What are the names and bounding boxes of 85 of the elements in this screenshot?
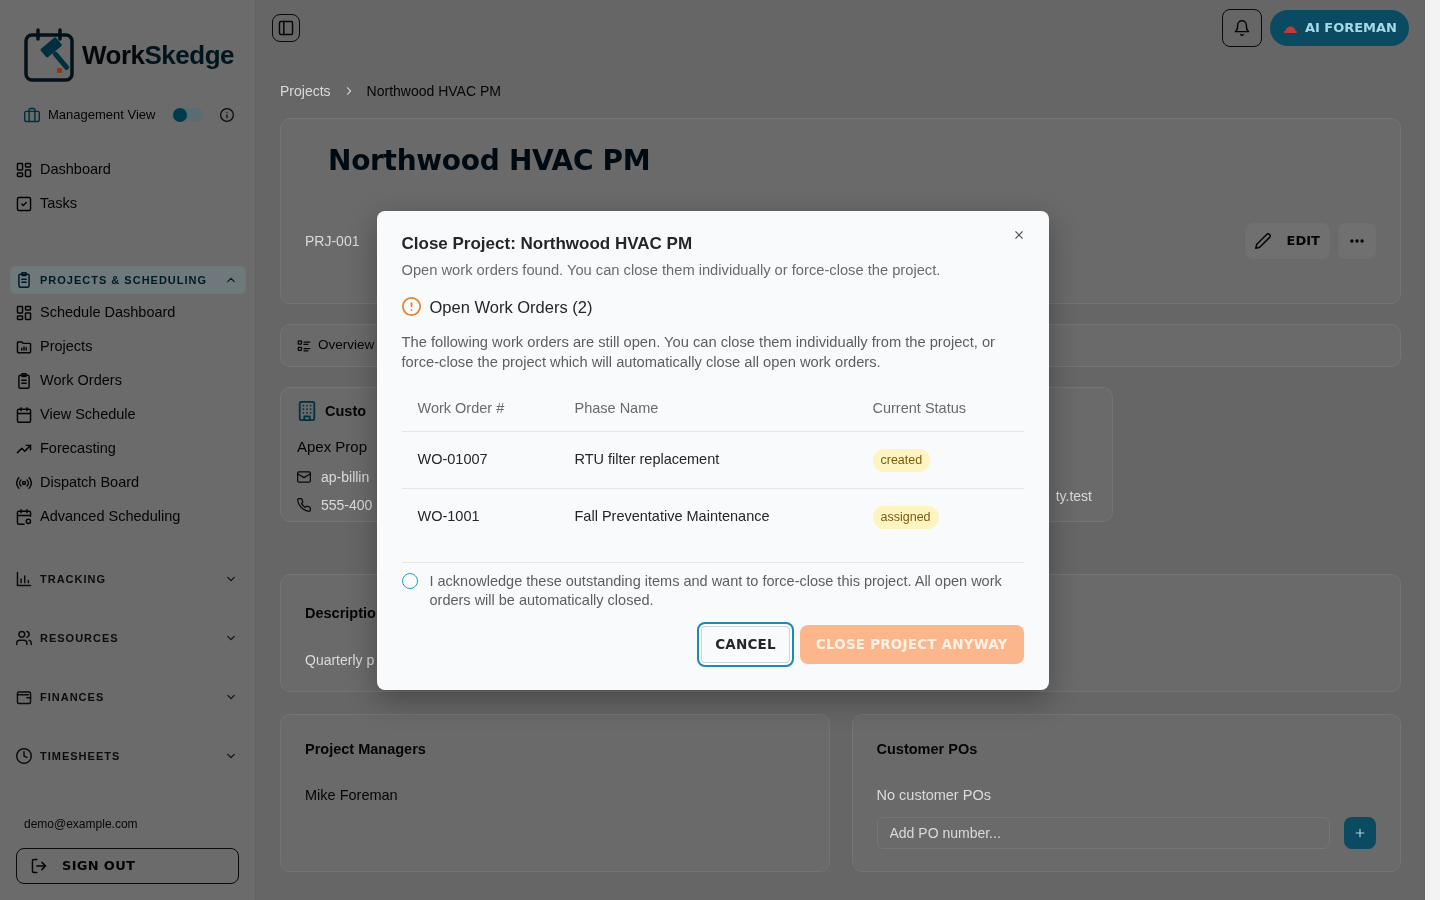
check-square-icon: [16, 196, 32, 212]
column-header: Phase Name: [558, 387, 857, 432]
description-text: Quarterly p: [305, 651, 375, 670]
nav-item[interactable]: Forecasting: [10, 432, 245, 466]
project-id: PRJ-001: [305, 231, 360, 251]
column-header: Current Status: [856, 387, 1024, 432]
folder-icon: [16, 339, 32, 355]
warning-icon: [401, 297, 421, 316]
more-button[interactable]: [1338, 223, 1376, 259]
table-cell: Fall Preventative Maintenance: [558, 488, 857, 546]
bell-icon: [1233, 20, 1250, 36]
user-email: demo@example.com: [24, 817, 138, 831]
empty-message: No customer POs: [876, 786, 991, 805]
broadcast-icon: [16, 475, 32, 491]
table-cell: WO-1001: [401, 488, 559, 546]
cancel-button[interactable]: CANCEL: [697, 621, 794, 667]
customer-name: Apex Prop: [297, 437, 368, 457]
warning-heading: Open Work Orders (2): [429, 296, 593, 318]
project-title: Northwood HVAC PM: [328, 143, 651, 179]
add-po-button[interactable]: [1344, 817, 1376, 849]
people-icon: [16, 630, 32, 646]
card-heading: Descriptio: [305, 604, 376, 623]
grid-icon: [16, 162, 32, 178]
column-header: Work Order #: [401, 387, 559, 432]
clipboard-icon: [16, 373, 32, 389]
section-header[interactable]: FINANCES: [10, 683, 246, 711]
section-header[interactable]: TIMESHEETS: [10, 742, 246, 770]
pencil-icon: [1254, 233, 1271, 249]
nav-item[interactable]: Schedule Dashboard: [10, 296, 245, 330]
warning-text: The following work orders are still open. You can close them individually from the project, or force-close the project which will automatically close all open work orders.: [401, 332, 996, 372]
clock-icon: [16, 748, 32, 764]
grid-icon: [16, 305, 32, 321]
manager-name: Mike Foreman: [305, 786, 398, 805]
section-header[interactable]: TRACKING: [10, 565, 246, 593]
section-header[interactable]: RESOURCES: [10, 624, 246, 652]
ai-foreman-button[interactable]: AI FOREMAN: [1269, 10, 1409, 46]
nav-item[interactable]: Work Orders: [10, 364, 245, 398]
brand-wordmark: WorkSkedge: [82, 40, 235, 70]
dialog-subtitle: Open work orders found. You can close them individually or force-close the project.: [401, 260, 941, 280]
sign-out-icon: [31, 858, 47, 874]
po-number-field[interactable]: Add PO number...: [876, 817, 1330, 849]
close-icon: [1012, 228, 1025, 241]
logo-icon: [24, 28, 74, 82]
calendar-icon: [16, 509, 32, 525]
nav-item[interactable]: Tasks: [10, 187, 245, 221]
dialog-title: Close Project: Northwood HVAC PM: [401, 232, 693, 255]
nav-item[interactable]: View Schedule: [10, 398, 245, 432]
briefcase-icon: [24, 107, 40, 123]
customer-email: ap-billin: [321, 468, 370, 486]
building-icon: [297, 401, 317, 421]
status-badge: created: [872, 448, 931, 472]
phone-icon: [297, 498, 311, 512]
section-header[interactable]: PROJECTS & SCHEDULING: [10, 266, 246, 294]
wallet-icon: [16, 689, 32, 705]
sidebar-toggle-button[interactable]: [272, 14, 300, 42]
mail-icon: [297, 470, 311, 484]
status-badge: assigned: [872, 505, 939, 529]
list-icon: [297, 338, 311, 353]
edit-button[interactable]: EDIT: [1244, 223, 1330, 259]
acknowledge-label: I acknowledge these outstanding items and want to force-close this project. All open work orders will be automatically closed.: [429, 571, 1003, 610]
nav-item[interactable]: Dashboard: [10, 153, 245, 187]
card-heading: Custo: [325, 402, 367, 421]
customer-phone: 555-400: [321, 496, 373, 514]
card-heading: Customer POs: [876, 740, 978, 759]
sign-out-button[interactable]: SIGN OUT: [16, 848, 239, 884]
notifications-button[interactable]: [1221, 9, 1262, 47]
table-cell: WO-01007: [401, 431, 559, 489]
plus-icon: [1354, 827, 1366, 839]
calendar-icon: [16, 407, 32, 423]
contact-text: ty.test: [1055, 488, 1092, 504]
nav-item[interactable]: Dispatch Board: [10, 466, 245, 500]
acknowledge-checkbox[interactable]: [401, 572, 418, 589]
view-switch[interactable]: [173, 108, 203, 122]
panel-icon: [278, 20, 294, 36]
clipboard-icon: [16, 272, 32, 288]
bar-chart-icon: [16, 571, 32, 587]
info-icon: [220, 108, 234, 122]
table-cell: RTU filter replacement: [558, 431, 857, 489]
nav-item[interactable]: Projects: [10, 330, 245, 364]
nav-item[interactable]: Advanced Scheduling: [10, 500, 245, 534]
breadcrumb-link[interactable]: Northwood HVAC PM: [366, 80, 501, 102]
tab[interactable]: Overview: [297, 335, 375, 356]
card-heading: Project Managers: [305, 740, 426, 759]
breadcrumb-link[interactable]: Projects: [280, 80, 331, 102]
view-label: Management View: [48, 106, 156, 125]
